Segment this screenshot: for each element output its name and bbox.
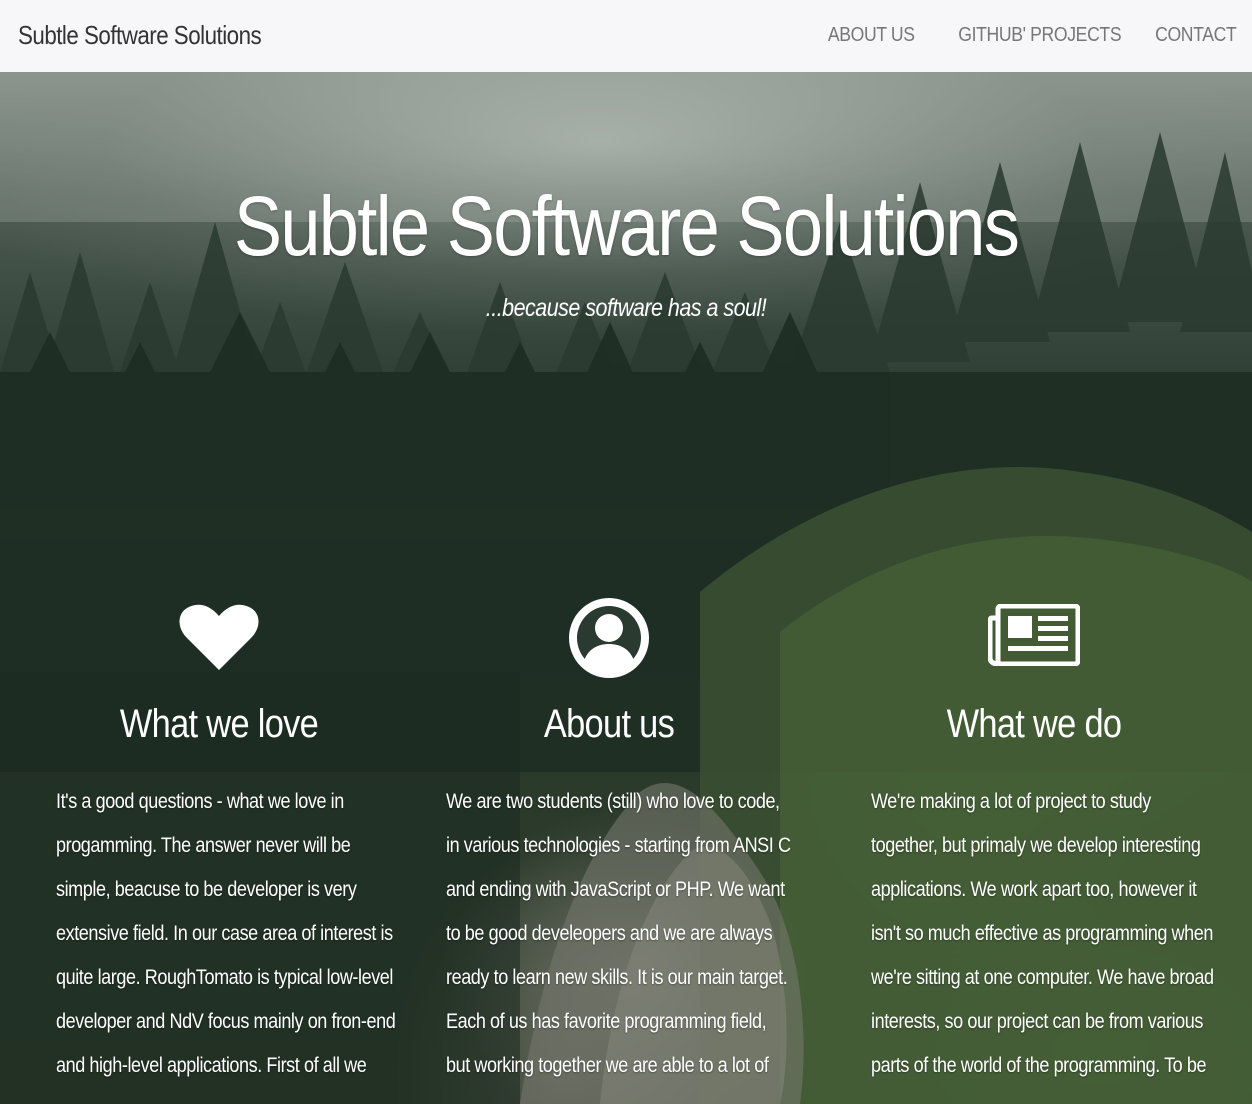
heart-icon [179,604,259,677]
nav-link-about-us[interactable]: ABOUT US [828,24,915,47]
feature-text-line: isn't so much effective as programming w… [871,922,1213,945]
feature-text-line: applications. We work apart too, however… [871,878,1197,901]
feature-text-line: We are two students (still) who love to … [446,790,780,813]
feature-text: We are two students (still) who love to … [446,780,847,1088]
feature-heading: What we do [946,702,1122,746]
feature-text-line: simple, beacuse to be developer is very [56,878,357,901]
feature-text-line: ready to learn new skills. It is our mai… [446,966,788,989]
nav-links: ABOUT US GITHUB' PROJECTS CONTACT [816,24,1237,47]
hero-subtitle: ...because software has a soul! [485,294,767,322]
navbar: Subtle Software Solutions ABOUT US GITHU… [0,0,1252,72]
nav-link-github-projects[interactable]: GITHUB' PROJECTS [959,24,1122,47]
feature-text-line: quite large. RoughTomato is typical low-… [56,966,394,989]
feature-text-line: and ending with JavaScript or PHP. We wa… [446,878,785,901]
newspaper-icon [987,603,1081,671]
feature-text-line: Each of us has favorite programming fiel… [446,1010,767,1033]
nav-link-contact[interactable]: CONTACT [1155,24,1237,47]
feature-text-line: developer and NdV focus mainly on fron-e… [56,1010,396,1033]
feature-text: We're making a lot of project to study t… [871,780,1252,1088]
feature-text-line: and high-level applications. First of al… [56,1054,367,1077]
user-circle-icon [569,598,649,683]
feature-text-line: interests, so our project can be from va… [871,1010,1203,1033]
feature-text-line: It's a good questions - what we love in [56,790,344,813]
feature-text-line: extensive field. In our case area of int… [56,922,393,945]
feature-text-line: progamming. The answer never will be [56,834,351,857]
feature-heading: What we love [119,702,319,746]
feature-text-line: We're making a lot of project to study [871,790,1151,813]
feature-text: It's a good questions - what we love in … [56,780,451,1088]
feature-text-line: together, but primaly we develop interes… [871,834,1201,857]
hero-title: Subtle Software Solutions [233,179,1020,273]
brand-link[interactable]: Subtle Software Solutions [18,20,262,51]
feature-text-line: to be good develeopers and we are always [446,922,773,945]
feature-text-line: but working together we are able to a lo… [446,1054,769,1077]
feature-text-line: in various technologies - starting from … [446,834,791,857]
feature-heading: About us [543,702,675,746]
feature-text-line: parts of the world of the programming. T… [871,1054,1207,1077]
feature-text-line: we're sitting at one computer. We have b… [871,966,1214,989]
